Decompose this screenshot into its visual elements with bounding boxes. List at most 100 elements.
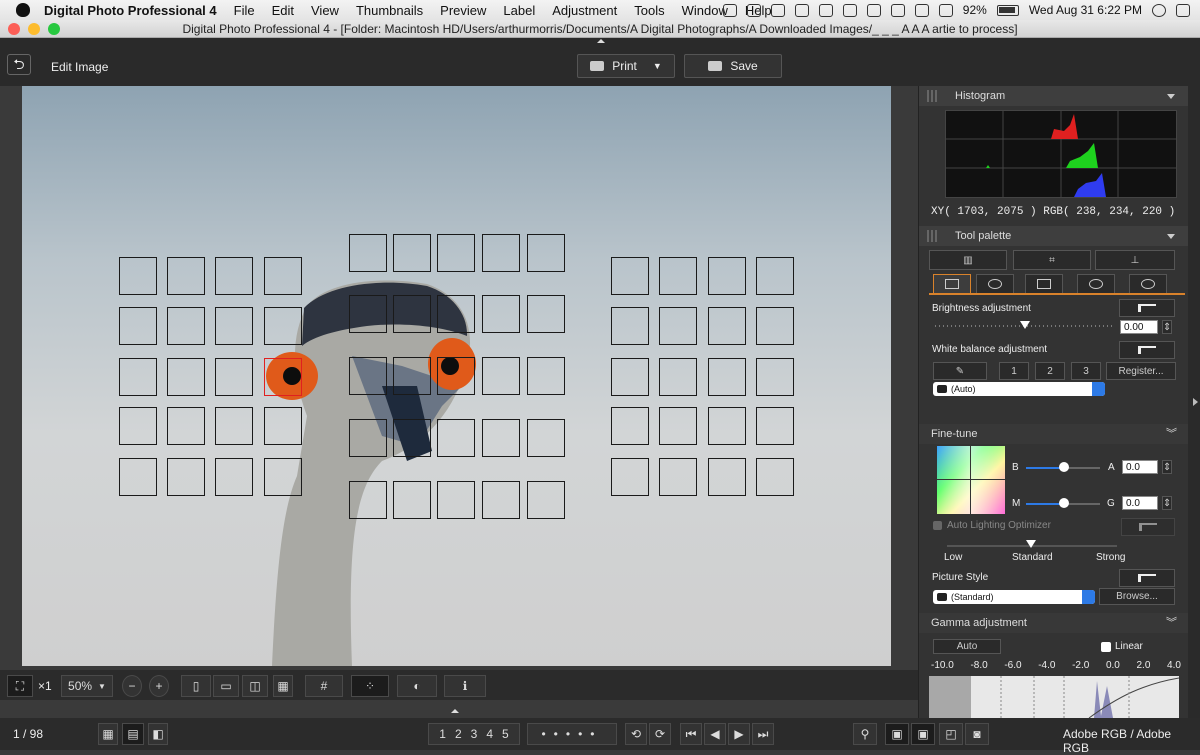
panel-expand-arrow-icon[interactable] [1193,398,1198,406]
menu-window[interactable]: Window [682,3,728,18]
layout-compare-button[interactable]: ▭ [213,675,239,697]
tab-curve[interactable] [1025,274,1063,294]
gamma-graph[interactable] [929,676,1179,718]
mail-icon[interactable] [818,3,833,17]
last-image-button[interactable]: ⏭ [752,723,774,745]
menu-view[interactable]: View [311,3,339,18]
layout-single-button[interactable]: ▯ [181,675,211,697]
list-icon[interactable] [1176,3,1190,17]
wb-mode-select[interactable]: (Auto) [933,382,1105,396]
history-icon[interactable] [866,3,881,17]
rotate-left-button[interactable]: ⟲ [625,723,647,745]
menu-tools[interactable]: Tools [634,3,664,18]
tab-color[interactable] [1077,274,1115,294]
back-button[interactable]: ⮌ [7,54,31,75]
apple-icon[interactable] [16,3,30,17]
alo-reset-button[interactable] [1121,518,1175,536]
print-button[interactable]: Print ▼ [577,54,675,78]
menu-preview[interactable]: Preview [440,3,486,18]
close-window-button[interactable] [8,23,20,35]
view-mode-3-button[interactable]: ◰ [939,723,963,745]
bluetooth-icon[interactable] [890,3,905,17]
shield-icon[interactable] [746,3,761,17]
fit-to-screen-button[interactable]: ⛶ [7,675,33,697]
menubar-clock[interactable]: Wed Aug 31 6:22 PM [1029,3,1142,17]
tab-tone[interactable] [976,274,1014,294]
notes-icon[interactable] [794,3,809,17]
finetune-header[interactable]: Fine-tune ︾ [919,424,1189,444]
rating-5-button[interactable]: 5 [502,727,509,741]
layout-grid-button[interactable]: ▦ [273,675,293,697]
brightness-stepper[interactable]: ⇕ [1162,320,1172,334]
star-rating-bar[interactable]: ••••• [527,723,617,745]
wb-preset-3-button[interactable]: 3 [1071,362,1101,380]
scissors-icon[interactable] [842,3,857,17]
info-button[interactable]: ℹ [444,675,486,697]
collapse-chevron-icon[interactable]: ︾ [1166,424,1177,444]
brightness-reset-button[interactable] [1119,299,1175,317]
cloud-icon[interactable] [770,3,785,17]
toolbar-collapse-arrow-icon[interactable] [597,39,605,43]
finetune-g-field[interactable]: 0.0 [1122,496,1158,510]
finetune-g-stepper[interactable]: ⇕ [1162,496,1172,510]
menu-thumbnails[interactable]: Thumbnails [356,3,423,18]
gamma-header[interactable]: Gamma adjustment ︾ [919,613,1189,633]
volume-icon[interactable] [938,3,953,17]
finetune-a-stepper[interactable]: ⇕ [1162,460,1172,474]
menu-app-name[interactable]: Digital Photo Professional 4 [44,3,217,18]
ba-slider-rest[interactable] [1066,467,1100,469]
filter-button[interactable]: ⚲ [853,723,877,745]
rating-3-button[interactable]: 3 [471,727,478,741]
tab-basic[interactable] [933,274,971,294]
rating-2-button[interactable]: 2 [455,727,462,741]
stamp-tool-button[interactable]: ⊥ [1095,250,1175,270]
browse-button[interactable]: Browse... [1099,588,1175,605]
rating-1-button[interactable]: 1 [439,727,446,741]
af-points-button[interactable]: ⁘ [351,675,389,697]
menu-label[interactable]: Label [503,3,535,18]
wb-reset-button[interactable] [1119,341,1175,359]
zoom-in-button[interactable]: + [149,675,169,697]
menu-adjustment[interactable]: Adjustment [552,3,617,18]
menu-edit[interactable]: Edit [272,3,294,18]
chevron-down-icon[interactable]: ▼ [653,61,662,71]
bottom-collapse-arrow-icon[interactable] [451,709,459,713]
thumbnail-grid-button[interactable]: ▦ [98,723,118,745]
collapse-arrow-icon[interactable] [1167,94,1175,99]
alo-slider-handle[interactable] [1026,540,1036,548]
highlight-warning-button[interactable]: ◐ [397,675,437,697]
view-mode-2-button[interactable]: ▣ [911,723,935,745]
tool-palette-header[interactable]: Tool palette [919,226,1189,246]
wb-register-button[interactable]: Register... [1106,362,1176,380]
save-button[interactable]: Save [684,54,782,78]
minimize-window-button[interactable] [28,23,40,35]
layout-split-button[interactable]: ◫ [242,675,268,697]
photo[interactable] [22,86,891,666]
picture-style-select[interactable]: (Standard) [933,590,1095,604]
rotate-right-button[interactable]: ⟳ [649,723,671,745]
wb-preset-1-button[interactable]: 1 [999,362,1029,380]
picture-style-reset-button[interactable] [1119,569,1175,587]
gamma-auto-button[interactable]: Auto [933,639,1001,654]
zoom-out-button[interactable]: − [122,675,142,697]
zoom-window-button[interactable] [48,23,60,35]
first-image-button[interactable]: ⏮ [680,723,702,745]
grid-overlay-button[interactable]: # [305,675,343,697]
mg-slider-rest[interactable] [1066,503,1100,505]
wb-eyedropper-button[interactable]: ✎ [933,362,987,380]
next-image-button[interactable]: ▶ [728,723,750,745]
view-mode-1-button[interactable]: ▣ [885,723,909,745]
histogram-header[interactable]: Histogram [919,86,1189,106]
ba-slider-handle[interactable] [1059,462,1069,472]
gamma-linear-checkbox[interactable] [1101,642,1111,652]
brightness-value-field[interactable]: 0.00 [1120,320,1158,334]
collapse-chevron-icon[interactable]: ︾ [1166,613,1177,633]
alo-checkbox[interactable] [933,521,942,530]
wb-preset-2-button[interactable]: 2 [1035,362,1065,380]
search-icon[interactable] [1152,3,1166,17]
wifi-icon[interactable] [914,3,929,17]
color-wheel[interactable] [937,446,1005,514]
rating-4-button[interactable]: 4 [486,727,493,741]
prev-image-button[interactable]: ◀ [704,723,726,745]
camera-icon[interactable]: ◙ [965,723,989,745]
